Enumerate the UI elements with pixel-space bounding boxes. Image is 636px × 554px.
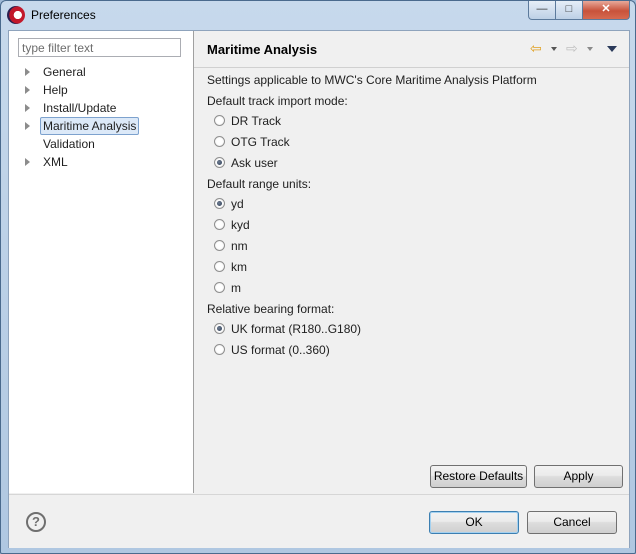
- help-icon[interactable]: ?: [26, 512, 46, 532]
- radio-label: km: [231, 260, 247, 274]
- radio-button[interactable]: [214, 261, 225, 272]
- forward-arrow-icon[interactable]: ⇨: [566, 40, 578, 57]
- tree-item-label: XML: [43, 155, 68, 169]
- radio-label: OTG Track: [231, 135, 290, 149]
- radio-label: nm: [231, 239, 248, 253]
- radio-label: kyd: [231, 218, 250, 232]
- ok-button[interactable]: OK: [429, 511, 519, 534]
- radio-button[interactable]: [214, 136, 225, 147]
- cancel-button[interactable]: Cancel: [527, 511, 617, 534]
- forward-dropdown-icon[interactable]: [587, 47, 593, 51]
- tree-item-label: Validation: [43, 137, 95, 151]
- tree-item-label: General: [43, 65, 86, 79]
- restore-defaults-button[interactable]: Restore Defaults: [430, 465, 527, 488]
- radio-button[interactable]: [214, 219, 225, 230]
- tree-item-label: Install/Update: [43, 101, 117, 115]
- radio-button[interactable]: [214, 282, 225, 293]
- tree-item-label-selected: Maritime Analysis: [40, 117, 140, 135]
- expand-arrow-icon[interactable]: [25, 86, 30, 94]
- page-description: Settings applicable to MWC's Core Mariti…: [207, 73, 537, 87]
- maximize-button[interactable]: □: [555, 1, 583, 20]
- radio-label: US format (0..360): [231, 343, 330, 357]
- tree-item-label: Help: [43, 83, 68, 97]
- expand-arrow-icon[interactable]: [25, 122, 30, 130]
- expand-arrow-icon[interactable]: [25, 104, 30, 112]
- page-title: Maritime Analysis: [207, 42, 318, 57]
- title-bar[interactable]: Preferences — □ ✕: [1, 1, 635, 29]
- preference-tree-pane: General Help Install/Update Maritime Ana…: [9, 31, 194, 493]
- view-menu-icon[interactable]: [607, 46, 617, 52]
- back-dropdown-icon[interactable]: [551, 47, 557, 51]
- window-title: Preferences: [31, 8, 96, 22]
- expand-arrow-icon[interactable]: [25, 68, 30, 76]
- radio-label: UK format (R180..G180): [231, 322, 362, 336]
- bearing-format-label: Relative bearing format:: [207, 302, 335, 316]
- dialog-client-area: General Help Install/Update Maritime Ana…: [8, 30, 630, 548]
- radio-label: m: [231, 281, 241, 295]
- dialog-button-bar: ? OK Cancel: [9, 494, 629, 548]
- minimize-button[interactable]: —: [528, 1, 556, 20]
- radio-label: yd: [231, 197, 244, 211]
- radio-button[interactable]: [214, 344, 225, 355]
- page-header: Maritime Analysis ⇦ ⇨: [194, 31, 629, 68]
- radio-button-checked[interactable]: [214, 157, 225, 168]
- preference-page: Maritime Analysis ⇦ ⇨ Settings applicabl…: [194, 31, 629, 493]
- range-units-label: Default range units:: [207, 177, 312, 191]
- radio-label: Ask user: [231, 156, 278, 170]
- track-import-mode-label: Default track import mode:: [207, 94, 348, 108]
- radio-button-checked[interactable]: [214, 323, 225, 334]
- radio-button[interactable]: [214, 240, 225, 251]
- radio-button-checked[interactable]: [214, 198, 225, 209]
- close-button[interactable]: ✕: [582, 1, 630, 20]
- preferences-window: Preferences — □ ✕ General Help Install/U…: [0, 0, 636, 554]
- expand-arrow-icon[interactable]: [25, 158, 30, 166]
- app-icon: [7, 6, 25, 24]
- radio-button[interactable]: [214, 115, 225, 126]
- filter-input[interactable]: [18, 38, 181, 57]
- apply-button[interactable]: Apply: [534, 465, 623, 488]
- radio-label: DR Track: [231, 114, 282, 128]
- back-arrow-icon[interactable]: ⇦: [530, 40, 542, 57]
